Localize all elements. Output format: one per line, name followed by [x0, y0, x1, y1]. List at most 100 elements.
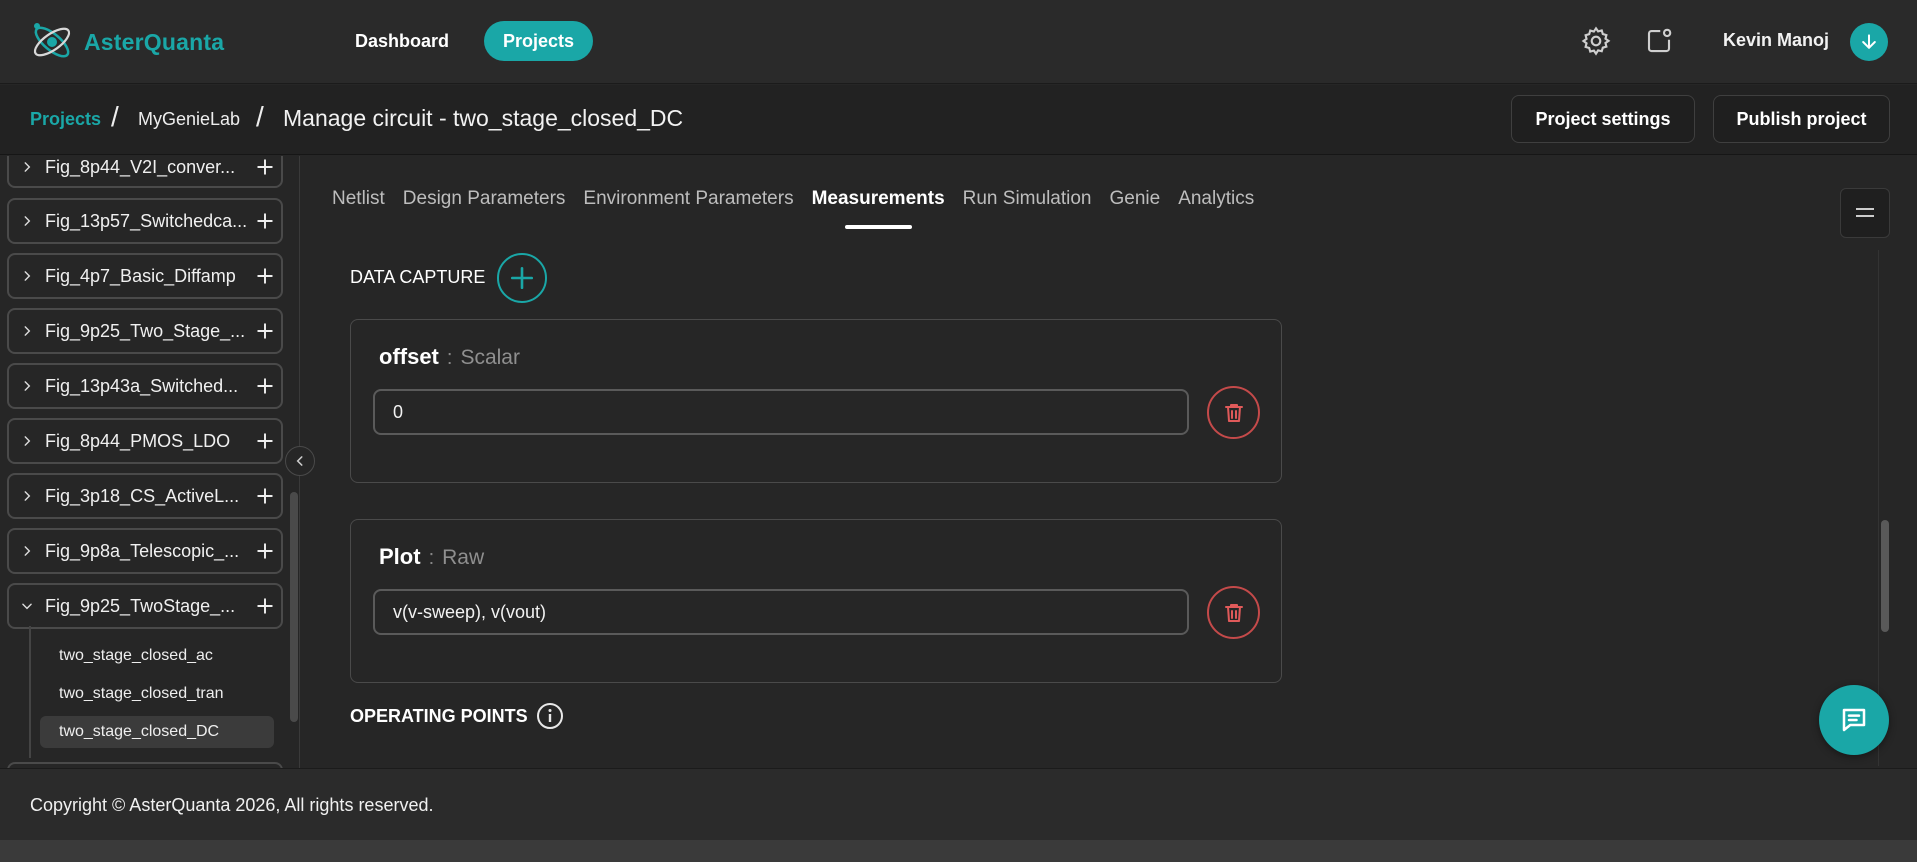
measurement-type: Scalar: [460, 346, 520, 369]
sidebar-circuit-item[interactable]: two_stage_closed_ac: [40, 640, 274, 672]
sidebar-scrollbar[interactable]: [290, 492, 298, 722]
collapse-sidebar-button[interactable]: [285, 446, 315, 476]
delete-measurement-button[interactable]: [1207, 586, 1260, 639]
chevron-right-icon[interactable]: [9, 434, 45, 448]
nav-dashboard[interactable]: Dashboard: [336, 21, 468, 61]
trash-icon: [1224, 403, 1243, 422]
delete-measurement-button[interactable]: [1207, 386, 1260, 439]
tab-run-simulation[interactable]: Run Simulation: [954, 188, 1101, 228]
tab-design-parameters[interactable]: Design Parameters: [394, 188, 575, 228]
sidebar-project-label: Fig_9p25_Two_Stage_...: [45, 320, 246, 341]
plus-icon[interactable]: [249, 267, 281, 285]
breadcrumb-separator: /: [111, 101, 119, 132]
user-name[interactable]: Kevin Manoj: [1723, 30, 1829, 51]
chat-icon: [1842, 708, 1866, 732]
page-title: Manage circuit - two_stage_closed_DC: [283, 105, 684, 131]
chevron-right-icon[interactable]: [9, 214, 45, 228]
measurement-name: Plot: [379, 544, 421, 569]
measurement-card: Plot: Raw: [350, 519, 1282, 683]
sidebar-project-label: Fig_4p7_Basic_Diffamp: [45, 265, 236, 286]
arrow-down-icon: [1862, 34, 1876, 49]
sidebar-project-item[interactable]: Fig_3p18_CS_ActiveL...: [7, 473, 283, 519]
measurement-separator: :: [446, 347, 453, 369]
sidebar-project-label: Fig_13p57_Switchedca...: [45, 210, 248, 231]
plus-icon[interactable]: [249, 542, 281, 560]
publish-project-button[interactable]: Publish project: [1713, 95, 1890, 143]
chat-button[interactable]: [1819, 685, 1889, 755]
bottom-strip: [0, 840, 1917, 862]
sidebar-project-label: Fig_9p8a_Telescopic_...: [45, 540, 240, 561]
tab-netlist[interactable]: Netlist: [332, 188, 394, 228]
tab-genie[interactable]: Genie: [1100, 188, 1169, 228]
notification-icon: [1647, 28, 1672, 53]
top-bar: AsterQuanta Dashboard Projects Kevin Man…: [0, 0, 1917, 84]
sidebar-project-item[interactable]: Fig_13p43a_Switched...: [7, 363, 283, 409]
nav-projects[interactable]: Projects: [484, 21, 594, 61]
trash-icon: [1224, 603, 1243, 622]
circuit-tabs: Netlist Design Parameters Environment Para…: [332, 188, 1263, 229]
sidebar-project-item[interactable]: Fig_8p44_PMOS_LDO: [7, 418, 283, 464]
tab-environment-parameters[interactable]: Environment Parameters: [574, 188, 802, 228]
sidebar-project-item[interactable]: Fig_4p7_Basic_Diffamp: [7, 253, 283, 299]
measurement-type: Raw: [442, 546, 485, 569]
chevron-left-icon: [296, 456, 303, 466]
sidebar-circuit-item[interactable]: two_stage_closed_DC: [40, 716, 274, 748]
measurement-separator: :: [428, 547, 435, 569]
sidebar-project-label: Fig_8p44_PMOS_LDO: [45, 430, 231, 451]
gear-icon: [1581, 26, 1611, 56]
chevron-right-icon[interactable]: [9, 489, 45, 503]
chevron-right-icon[interactable]: [9, 379, 45, 393]
breadcrumb: Projects / MyGenieLab / Manage circuit -…: [0, 85, 1917, 155]
plus-icon[interactable]: [249, 432, 281, 450]
settings-button[interactable]: [1577, 22, 1615, 60]
plus-icon[interactable]: [249, 597, 281, 615]
measurement-expression-input[interactable]: [373, 389, 1189, 435]
sidebar-project-label: Fig_3p18_CS_ActiveL...: [45, 485, 240, 506]
copyright-text: Copyright © AsterQuanta 2026, All rights…: [30, 795, 434, 815]
measurement-expression-input[interactable]: [373, 589, 1189, 635]
breadcrumb-lab[interactable]: MyGenieLab: [138, 109, 240, 130]
sidebar-project-item[interactable]: Fig_8p44_V2I_conver...: [7, 156, 283, 188]
sidebar-project-item[interactable]: Fig_9p25_TwoStage_...: [7, 583, 283, 629]
measurement-name: offset: [379, 344, 439, 369]
tab-analytics[interactable]: Analytics: [1169, 188, 1263, 228]
user-avatar[interactable]: [1850, 23, 1888, 61]
add-measurement-button[interactable]: [497, 253, 547, 303]
chevron-down-icon[interactable]: [9, 599, 45, 613]
plus-icon[interactable]: [249, 158, 281, 176]
notifications-button[interactable]: [1640, 22, 1678, 60]
sidebar-project-item[interactable]: Fig_9p8a_Telescopic_...: [7, 528, 283, 574]
panel-toggle-button[interactable]: [1840, 188, 1890, 238]
main-scroll-track: [1878, 250, 1879, 766]
sidebar-circuit-item[interactable]: two_stage_closed_tran: [40, 678, 274, 710]
chevron-right-icon[interactable]: [9, 544, 45, 558]
sidebar-project-item[interactable]: Fig_13p57_Switchedca...: [7, 198, 283, 244]
chevron-right-icon[interactable]: [9, 160, 45, 174]
plus-icon[interactable]: [249, 212, 281, 230]
plus-icon[interactable]: [249, 377, 281, 395]
sidebar-project-label: Fig_9p25_TwoStage_...: [45, 595, 236, 616]
chevron-right-icon[interactable]: [9, 324, 45, 338]
breadcrumb-projects[interactable]: Projects: [30, 109, 101, 130]
measurement-title: offset: Scalar: [379, 344, 520, 370]
main-scrollbar[interactable]: [1881, 520, 1889, 632]
tree-line: [29, 626, 31, 758]
breadcrumb-separator: /: [256, 101, 264, 132]
sidebar-project-label: Fig_8p44_V2I_conver...: [45, 156, 236, 177]
data-capture-label: DATA CAPTURE: [350, 267, 486, 287]
plus-icon[interactable]: [249, 487, 281, 505]
plus-icon: [510, 266, 534, 290]
measurement-card: offset: Scalar: [350, 319, 1282, 483]
info-icon[interactable]: [536, 702, 564, 730]
plus-icon[interactable]: [249, 322, 281, 340]
menu-lines-icon: [1856, 208, 1874, 217]
brand-logo[interactable]: AsterQuanta: [28, 18, 224, 66]
chevron-right-icon[interactable]: [9, 269, 45, 283]
atom-logo-icon: [33, 23, 71, 58]
tab-measurements[interactable]: Measurements: [803, 188, 954, 229]
operating-points-label: OPERATING POINTS: [350, 706, 528, 726]
measurement-title: Plot: Raw: [379, 544, 484, 570]
sidebar-project-item[interactable]: Fig_9p25_Two_Stage_...: [7, 308, 283, 354]
project-settings-button[interactable]: Project settings: [1511, 95, 1695, 143]
sidebar-project-label: Fig_13p43a_Switched...: [45, 375, 239, 396]
